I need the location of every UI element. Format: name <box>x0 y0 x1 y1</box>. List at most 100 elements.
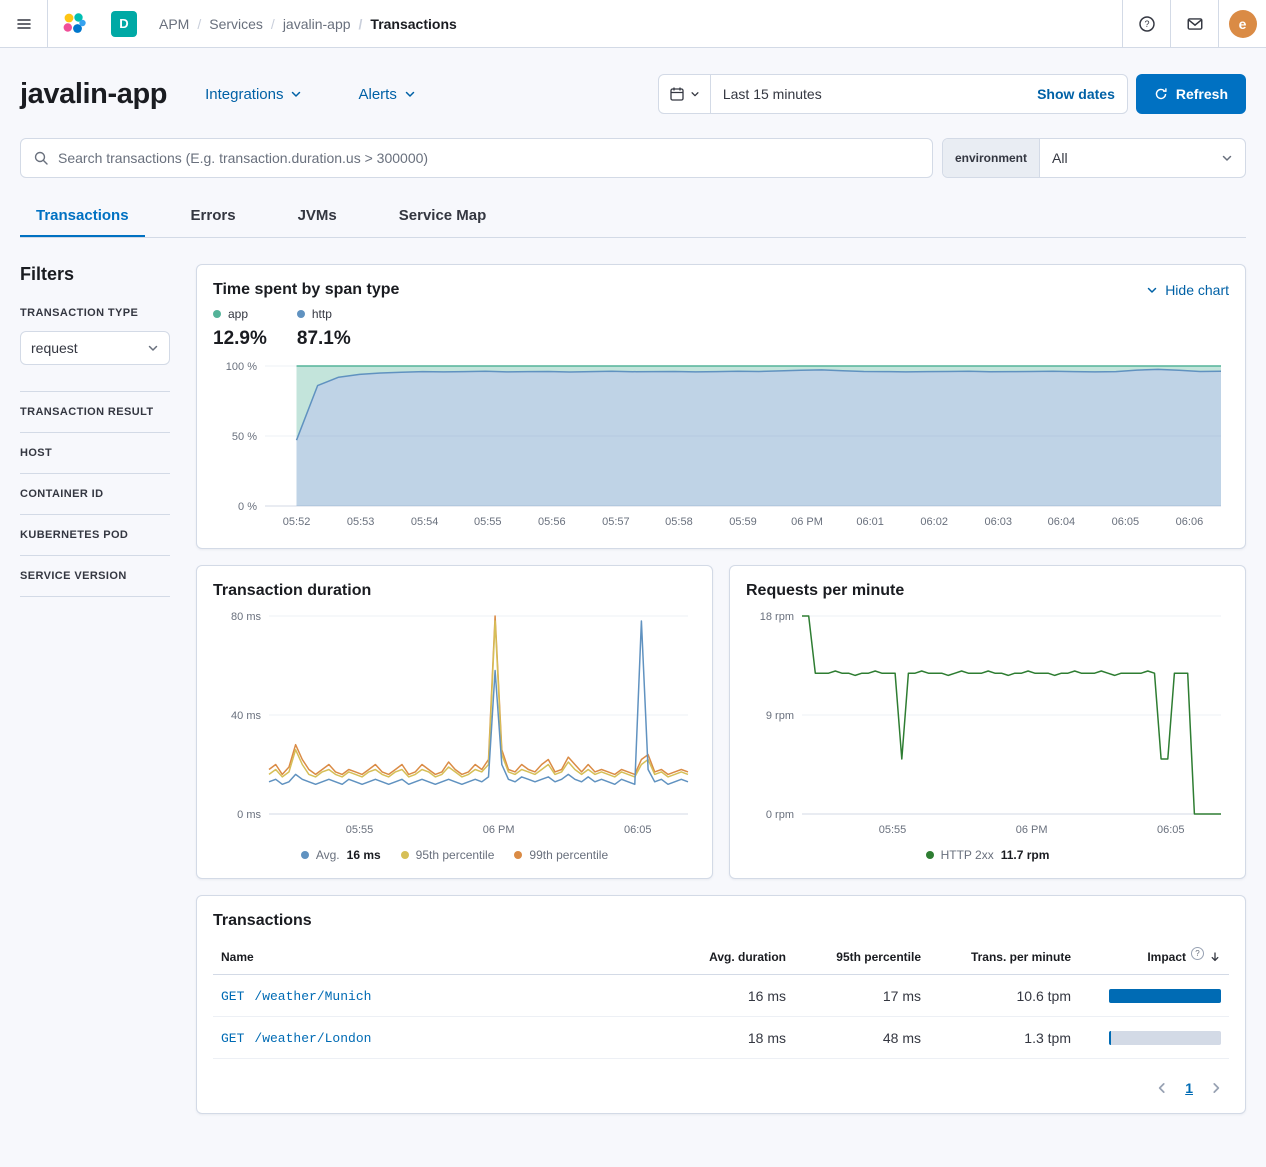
calendar-icon <box>669 86 685 102</box>
transaction-link-munich[interactable]: GET/weather/Munich <box>221 989 371 1004</box>
svg-text:06:05: 06:05 <box>624 824 652 836</box>
integrations-label: Integrations <box>205 86 283 103</box>
impact-bar-fill <box>1109 989 1221 1003</box>
tab-transactions[interactable]: Transactions <box>20 196 145 237</box>
transaction-duration-chart[interactable]: 0 ms40 ms80 ms05:5506 PM06:05 <box>213 606 696 840</box>
tab-errors[interactable]: Errors <box>175 196 252 237</box>
avg-legend-value: 16 ms <box>347 848 381 862</box>
chevron-down-icon <box>690 89 700 99</box>
svg-text:06:06: 06:06 <box>1176 516 1204 528</box>
transaction-method: GET <box>221 1031 244 1046</box>
transaction-link-london[interactable]: GET/weather/London <box>221 1031 371 1046</box>
elastic-logo[interactable] <box>48 0 101 47</box>
environment-filter: environment All <box>942 138 1246 178</box>
avg-duration-value: 16 ms <box>674 975 794 1017</box>
filter-section-service-version[interactable]: SERVICE VERSION <box>20 555 170 596</box>
breadcrumb-services[interactable]: Services <box>209 16 263 32</box>
breadcrumb-current: Transactions <box>359 16 457 32</box>
transaction-path: /weather/Munich <box>254 989 371 1004</box>
search-row: environment All <box>20 138 1246 178</box>
refresh-button[interactable]: Refresh <box>1136 74 1246 114</box>
tpm-value: 10.6 tpm <box>929 975 1079 1017</box>
apm-service-page: javalin-app Integrations Alerts Last 15 … <box>0 74 1266 1138</box>
svg-text:06:01: 06:01 <box>856 516 884 528</box>
column-header-95th-percentile[interactable]: 95th percentile <box>794 940 929 975</box>
legend-item-99th[interactable]: 99th percentile <box>514 848 608 862</box>
tab-service-map[interactable]: Service Map <box>383 196 503 237</box>
search-input[interactable] <box>58 150 920 166</box>
previous-page-button[interactable] <box>1153 1079 1171 1097</box>
breadcrumb-apm[interactable]: APM <box>159 16 189 32</box>
environment-filter-label: environment <box>943 139 1040 177</box>
integrations-dropdown[interactable]: Integrations <box>205 86 302 103</box>
filter-section-kubernetes-pod[interactable]: KUBERNETES POD <box>20 514 170 555</box>
legend-item-95th[interactable]: 95th percentile <box>401 848 495 862</box>
hide-chart-link[interactable]: Hide chart <box>1146 282 1229 298</box>
avg-legend-label: Avg. <box>316 848 340 862</box>
user-menu[interactable]: e <box>1218 0 1266 47</box>
breadcrumb-service-name[interactable]: javalin-app <box>283 16 351 32</box>
impact-bar-fill <box>1109 1031 1111 1045</box>
requests-per-minute-chart[interactable]: 0 rpm9 rpm18 rpm05:5506 PM06:05 <box>746 606 1229 840</box>
impact-label: Impact <box>1147 950 1186 964</box>
mail-icon <box>1186 15 1204 33</box>
page-number[interactable]: 1 <box>1185 1080 1193 1096</box>
quick-select-menu-button[interactable] <box>659 75 711 113</box>
next-page-button[interactable] <box>1207 1079 1225 1097</box>
chevron-down-icon <box>404 88 416 100</box>
filter-section-transaction-result[interactable]: TRANSACTION RESULT <box>20 391 170 432</box>
show-dates-link[interactable]: Show dates <box>1025 86 1127 102</box>
column-header-impact[interactable]: Impact ? <box>1079 940 1229 975</box>
svg-text:0 %: 0 % <box>238 501 257 513</box>
svg-text:05:54: 05:54 <box>411 516 439 528</box>
impact-info-icon[interactable]: ? <box>1191 947 1204 960</box>
help-button[interactable]: ? <box>1122 0 1170 47</box>
search-icon <box>33 150 49 166</box>
http-percent-value: 87.1% <box>297 328 351 350</box>
svg-text:0 ms: 0 ms <box>237 809 261 821</box>
http2xx-legend-dot-icon <box>926 851 934 859</box>
newsfeed-button[interactable] <box>1170 0 1218 47</box>
menu-button[interactable] <box>0 0 48 47</box>
column-header-avg-duration[interactable]: Avg. duration <box>674 940 794 975</box>
svg-text:06:02: 06:02 <box>920 516 948 528</box>
requests-per-minute-title: Requests per minute <box>746 582 1229 600</box>
time-range-value[interactable]: Last 15 minutes <box>711 75 1025 113</box>
legend-item-http[interactable]: http 87.1% <box>297 307 351 350</box>
legend-item-avg[interactable]: Avg. 16 ms <box>301 848 381 862</box>
search-box <box>20 138 933 178</box>
deployment-badge[interactable]: D <box>111 11 137 37</box>
tab-jvms[interactable]: JVMs <box>282 196 353 237</box>
transactions-table-title: Transactions <box>213 912 1229 930</box>
alerts-label: Alerts <box>358 86 396 103</box>
svg-text:18 rpm: 18 rpm <box>760 611 794 623</box>
sort-descending-icon <box>1209 951 1221 963</box>
filters-sidebar: Filters TRANSACTION TYPE request TRANSAC… <box>20 264 170 1114</box>
transaction-type-label: TRANSACTION TYPE <box>20 307 170 319</box>
column-header-name[interactable]: Name <box>213 940 674 975</box>
content-area: Filters TRANSACTION TYPE request TRANSAC… <box>20 264 1246 1114</box>
legend-item-http-2xx[interactable]: HTTP 2xx 11.7 rpm <box>926 848 1050 862</box>
p95-legend-label: 95th percentile <box>416 848 495 862</box>
legend-item-app[interactable]: app 12.9% <box>213 307 267 350</box>
transaction-type-select[interactable]: request <box>20 331 170 365</box>
column-header-trans-per-minute[interactable]: Trans. per minute <box>929 940 1079 975</box>
impact-bar <box>1109 989 1221 1003</box>
chevron-left-icon <box>1155 1081 1169 1095</box>
svg-text:05:55: 05:55 <box>474 516 502 528</box>
svg-text:05:56: 05:56 <box>538 516 566 528</box>
filter-section-container-id[interactable]: CONTAINER ID <box>20 473 170 514</box>
svg-text:06 PM: 06 PM <box>1016 824 1048 836</box>
span-type-chart[interactable]: 0 %50 %100 %05:5205:5305:5405:5505:5605:… <box>213 356 1229 532</box>
topbar-actions: ? e <box>1122 0 1266 47</box>
environment-select[interactable]: All <box>1040 139 1245 177</box>
filter-section-host[interactable]: HOST <box>20 432 170 473</box>
transaction-method: GET <box>221 989 244 1004</box>
refresh-icon <box>1154 87 1168 101</box>
impact-bar <box>1109 1031 1221 1045</box>
charts-row: Transaction duration 0 ms40 ms80 ms05:55… <box>196 565 1246 879</box>
user-avatar[interactable]: e <box>1229 10 1257 38</box>
alerts-dropdown[interactable]: Alerts <box>358 86 415 103</box>
transaction-duration-title: Transaction duration <box>213 582 696 600</box>
svg-text:05:58: 05:58 <box>665 516 693 528</box>
